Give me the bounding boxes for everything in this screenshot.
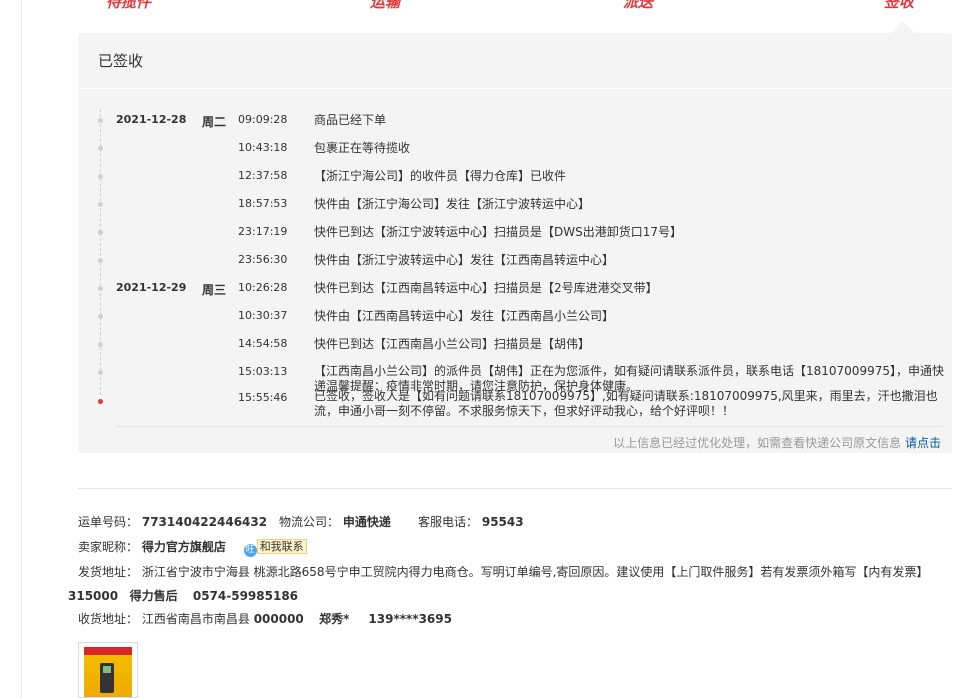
timeline-dot (98, 342, 103, 347)
tracking-date: 2021-12-28 (116, 113, 187, 126)
product-thumbnail[interactable] (78, 642, 138, 698)
ship-address-row-2: 315000 得力售后 0574-59985186 (68, 587, 298, 604)
footer-note: 以上信息已经过优化处理，如需查看快递公司原文信息 (613, 436, 902, 450)
left-divider (21, 0, 22, 698)
step-delivering: 派送 (623, 0, 654, 11)
tracking-row: 2021-12-28 周二 09:09:28 商品已经下单 (78, 113, 952, 141)
ship-phone: 0574-59985186 (192, 589, 299, 603)
tracking-message: 快件已到达【浙江宁波转运中心】扫描员是【DWS出港卸货口17号】 (314, 225, 682, 239)
carrier-name: 申通快递 (342, 515, 391, 529)
tracking-row: 23:56:30 快件由【浙江宁波转运中心】发往【江西南昌转运中心】 (78, 253, 952, 281)
seller-row: 卖家昵称： 得力官方旗舰店 旺和我联系 (78, 538, 307, 557)
recv-zip: 000000 (253, 612, 304, 626)
tracking-time: 10:43:18 (238, 141, 288, 154)
recv-name: 郑秀* (319, 612, 350, 626)
section-divider (78, 488, 952, 489)
recv-address: 江西省南昌市南昌县 (141, 612, 250, 626)
tracking-row: 12:37:58 【浙江宁海公司】的收件员【得力仓库】已收件 (78, 169, 952, 197)
ship-label: 发货地址： (78, 565, 139, 579)
tracking-message: 快件已到达【江西南昌小兰公司】扫描员是【胡伟】 (314, 337, 591, 351)
tracking-message: 已签收，签收人是【如有问题请联系18107009975】,如有疑问请联系:181… (314, 389, 938, 418)
timeline-current-dot (98, 399, 103, 404)
tracking-weekday: 周三 (202, 283, 227, 297)
tracking-time: 15:55:46 (238, 391, 288, 404)
tracking-row: 18:57:53 快件由【浙江宁海公司】发往【浙江宁波转运中心】 (78, 197, 952, 225)
tracking-time: 18:57:53 (238, 197, 288, 210)
tracking-message: 商品已经下单 (314, 113, 387, 127)
tracking-time: 09:09:28 (238, 113, 288, 126)
tracking-time: 15:03:13 (238, 365, 288, 378)
step-in-transit: 运输 (370, 0, 401, 11)
waybill-number: 773140422446432 (141, 515, 268, 529)
step-signed: 签收 (884, 0, 915, 11)
tracking-time: 10:30:37 (238, 309, 288, 322)
ship-name: 得力售后 (129, 589, 178, 603)
step-pending-pickup: 待揽件 (106, 0, 152, 11)
tracking-row: 14:54:58 快件已到达【江西南昌小兰公司】扫描员是【胡伟】 (78, 337, 952, 365)
tracking-time: 12:37:58 (238, 169, 288, 182)
tracking-message: 快件已到达【江西南昌转运中心】扫描员是【2号库进港交叉带】 (314, 281, 658, 295)
tracking-time: 10:26:28 (238, 281, 288, 294)
tracking-row: 2021-12-29 周三 10:26:28 快件已到达【江西南昌转运中心】扫描员是【… (78, 281, 952, 309)
tracking-weekday: 周二 (202, 115, 227, 129)
contact-me-button[interactable]: 和我联系 (256, 539, 307, 554)
panel-title: 已签收 (98, 52, 144, 70)
panel-pointer (891, 21, 915, 33)
tracking-message: 【浙江宁海公司】的收件员【得力仓库】已收件 (314, 169, 567, 183)
tracking-panel: 已签收 2021-12-28 周二 09:09:28 商品已经下单 10:43:18 包裹… (78, 33, 952, 453)
panel-divider (78, 88, 952, 89)
wangwang-icon[interactable]: 旺 (243, 544, 257, 557)
panel-footer: 以上信息已经过优化处理，如需查看快递公司原文信息 请点击 (613, 434, 941, 451)
tracking-time: 23:17:19 (238, 225, 288, 238)
timeline-dot (98, 286, 103, 291)
tracking-message: 快件由【浙江宁波转运中心】发往【江西南昌转运中心】 (314, 253, 615, 267)
product-device-screen (103, 666, 111, 673)
seller-label: 卖家昵称： (78, 540, 139, 554)
ship-address: 浙江省宁波市宁海县 桃源北路658号宁申工贸院内得力电商仓。写明订单编号,寄回原… (141, 565, 929, 579)
tracking-time: 23:56:30 (238, 253, 288, 266)
recv-phone: 139****3695 (368, 612, 452, 626)
recv-label: 收货地址： (78, 612, 139, 626)
timeline-dot (98, 230, 103, 235)
tracking-row: 23:17:19 快件已到达【浙江宁波转运中心】扫描员是【DWS出港卸货口17号】 (78, 225, 952, 253)
service-phone: 95543 (481, 515, 524, 529)
carrier-label: 物流公司： (279, 515, 340, 529)
ship-zip: 315000 (68, 589, 119, 603)
product-box-strip (84, 647, 132, 655)
tracking-row: 10:43:18 包裹正在等待揽收 (78, 141, 952, 169)
waybill-row: 运单号码： 773140422446432 (78, 513, 267, 530)
waybill-label: 运单号码： (78, 515, 139, 529)
timeline-dot (98, 314, 103, 319)
timeline-dot (98, 258, 103, 263)
phone-label: 客服电话： (418, 515, 479, 529)
phone-row: 客服电话： 95543 (418, 513, 524, 530)
tracking-time: 14:54:58 (238, 337, 288, 350)
carrier-row: 物流公司： 申通快递 (279, 513, 391, 530)
tracking-row: 15:55:46 已签收，签收人是【如有问题请联系18107009975】,如有疑… (78, 389, 952, 418)
timeline-dot (98, 370, 103, 375)
ship-address-row: 发货地址： 浙江省宁波市宁海县 桃源北路658号宁申工贸院内得力电商仓。写明订单… (78, 563, 928, 580)
timeline-dot (98, 202, 103, 207)
tracking-row: 10:30:37 快件由【江西南昌转运中心】发往【江西南昌小兰公司】 (78, 309, 952, 337)
tracking-date: 2021-12-29 (116, 281, 187, 294)
timeline-dot (98, 118, 103, 123)
footer-divider (116, 426, 942, 427)
recv-address-row: 收货地址： 江西省南昌市南昌县 000000 郑秀* 139****3695 (78, 610, 452, 627)
timeline-dot (98, 146, 103, 151)
progress-steps: 待揽件 运输 派送 签收 (0, 0, 969, 14)
seller-name[interactable]: 得力官方旗舰店 (142, 540, 226, 554)
timeline-dot (98, 174, 103, 179)
tracking-message: 包裹正在等待揽收 (314, 141, 411, 155)
tracking-message: 快件由【浙江宁海公司】发往【浙江宁波转运中心】 (314, 197, 591, 211)
view-original-link[interactable]: 请点击 (905, 436, 941, 450)
tracking-message: 快件由【江西南昌转运中心】发往【江西南昌小兰公司】 (314, 309, 615, 323)
